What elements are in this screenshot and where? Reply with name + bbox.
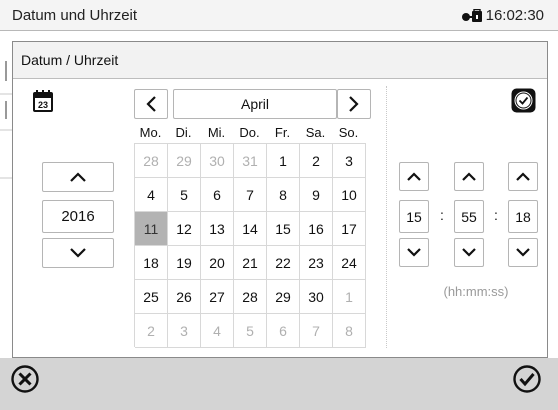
cancel-x-icon[interactable] — [10, 364, 40, 394]
weekday-label: Mo. — [139, 125, 162, 140]
calendar-day[interactable]: 21 — [234, 246, 267, 280]
prev-month-button[interactable] — [134, 89, 168, 119]
calendar-day[interactable]: 25 — [135, 280, 168, 314]
app-title: Datum und Uhrzeit — [12, 7, 138, 24]
weekday-label: Sa. — [305, 125, 326, 140]
calendar-day[interactable]: 30 — [201, 144, 234, 178]
dialog-title: Datum / Uhrzeit — [21, 52, 119, 68]
minute-up-button[interactable] — [454, 162, 484, 191]
calendar-day[interactable]: 2 — [135, 314, 168, 348]
hour-up-button[interactable] — [399, 162, 429, 191]
calendar-day[interactable]: 30 — [300, 280, 333, 314]
minute-field[interactable]: 55 — [454, 200, 484, 233]
calendar-day[interactable]: 29 — [267, 280, 300, 314]
calendar-day[interactable]: 20 — [201, 246, 234, 280]
calendar-day[interactable]: 18 — [135, 246, 168, 280]
calendar-day[interactable]: 8 — [267, 178, 300, 212]
calendar-day[interactable]: 16 — [300, 212, 333, 246]
lock-key-icon — [461, 8, 482, 22]
calendar-day[interactable]: 12 — [168, 212, 201, 246]
weekday-label: Di. — [175, 125, 192, 140]
time-separator: : — [440, 207, 444, 223]
status-clock: 16:02:30 — [461, 7, 544, 24]
chevron-up-icon — [70, 172, 86, 182]
hour-down-button[interactable] — [399, 238, 429, 267]
calendar-day[interactable]: 4 — [201, 314, 234, 348]
year-field[interactable]: 2016 — [42, 200, 114, 233]
year-up-button[interactable] — [42, 162, 114, 192]
dialog-header: Datum / Uhrzeit — [13, 42, 547, 79]
confirm-check-icon[interactable] — [512, 364, 542, 394]
date-time-dialog: Datum / Uhrzeit 23 2016 April Mo. Di. Mi. D… — [12, 41, 548, 358]
background-footer — [0, 358, 558, 410]
chevron-down-icon — [407, 248, 421, 257]
calendar-day[interactable]: 7 — [300, 314, 333, 348]
clock-icon — [511, 88, 536, 113]
calendar-day[interactable]: 10 — [333, 178, 366, 212]
calendar-day[interactable]: 17 — [333, 212, 366, 246]
chevron-up-icon — [516, 172, 530, 181]
second-field[interactable]: 18 — [508, 200, 538, 233]
chevron-left-icon — [146, 96, 156, 112]
calendar-day[interactable]: 3 — [333, 144, 366, 178]
calendar-day[interactable]: 14 — [234, 212, 267, 246]
calendar-day[interactable]: 24 — [333, 246, 366, 280]
calendar-day[interactable]: 26 — [168, 280, 201, 314]
second-down-button[interactable] — [508, 238, 538, 267]
calendar-day[interactable]: 1 — [333, 280, 366, 314]
calendar-day[interactable]: 2 — [300, 144, 333, 178]
calendar-day[interactable]: 8 — [333, 314, 366, 348]
next-month-button[interactable] — [337, 89, 371, 119]
calendar-day[interactable]: 28 — [135, 144, 168, 178]
minute-down-button[interactable] — [454, 238, 484, 267]
calendar-day[interactable]: 13 — [201, 212, 234, 246]
chevron-down-icon — [70, 248, 86, 258]
year-down-button[interactable] — [42, 238, 114, 268]
svg-text:23: 23 — [38, 100, 48, 110]
calendar-day[interactable]: 5 — [168, 178, 201, 212]
calendar-day[interactable]: 31 — [234, 144, 267, 178]
chevron-down-icon — [516, 248, 530, 257]
calendar-day[interactable]: 22 — [267, 246, 300, 280]
calendar-day[interactable]: 28 — [234, 280, 267, 314]
chevron-up-icon — [462, 172, 476, 181]
time-separator: : — [494, 207, 498, 223]
chevron-down-icon — [462, 248, 476, 257]
app-title-bar: Datum und Uhrzeit 16:02:30 — [0, 0, 558, 31]
second-up-button[interactable] — [508, 162, 538, 191]
calendar-day-selected[interactable]: 11 — [135, 212, 168, 246]
calendar-day[interactable]: 9 — [300, 178, 333, 212]
calendar-day[interactable]: 3 — [168, 314, 201, 348]
clock-text: 16:02:30 — [485, 7, 544, 24]
weekday-label: Mi. — [207, 125, 226, 140]
calendar-day[interactable]: 1 — [267, 144, 300, 178]
calendar-day[interactable]: 7 — [234, 178, 267, 212]
chevron-right-icon — [349, 96, 359, 112]
calendar-day[interactable]: 27 — [201, 280, 234, 314]
weekday-header: Mo. Di. Mi. Do. Fr. Sa. So. — [134, 125, 366, 143]
chevron-up-icon — [407, 172, 421, 181]
calendar-day[interactable]: 23 — [300, 246, 333, 280]
weekday-label: Do. — [239, 125, 260, 140]
calendar-grid: 28 29 30 31 1 2 3 4 5 6 7 8 9 10 11 12 13 14 15 16 17 18 19 20 2… — [134, 143, 366, 348]
calendar-day[interactable]: 5 — [234, 314, 267, 348]
calendar-icon: 23 — [33, 90, 53, 112]
calendar-day[interactable]: 6 — [267, 314, 300, 348]
hour-field[interactable]: 15 — [399, 200, 429, 233]
calendar-day[interactable]: 4 — [135, 178, 168, 212]
calendar-day[interactable]: 29 — [168, 144, 201, 178]
time-format-hint: (hh:mm:ss) — [443, 284, 509, 299]
divider — [386, 86, 387, 348]
weekday-label: So. — [338, 125, 359, 140]
calendar-day[interactable]: 19 — [168, 246, 201, 280]
weekday-label: Fr. — [274, 125, 291, 140]
calendar-day[interactable]: 6 — [201, 178, 234, 212]
calendar-day[interactable]: 15 — [267, 212, 300, 246]
month-field[interactable]: April — [173, 89, 337, 119]
